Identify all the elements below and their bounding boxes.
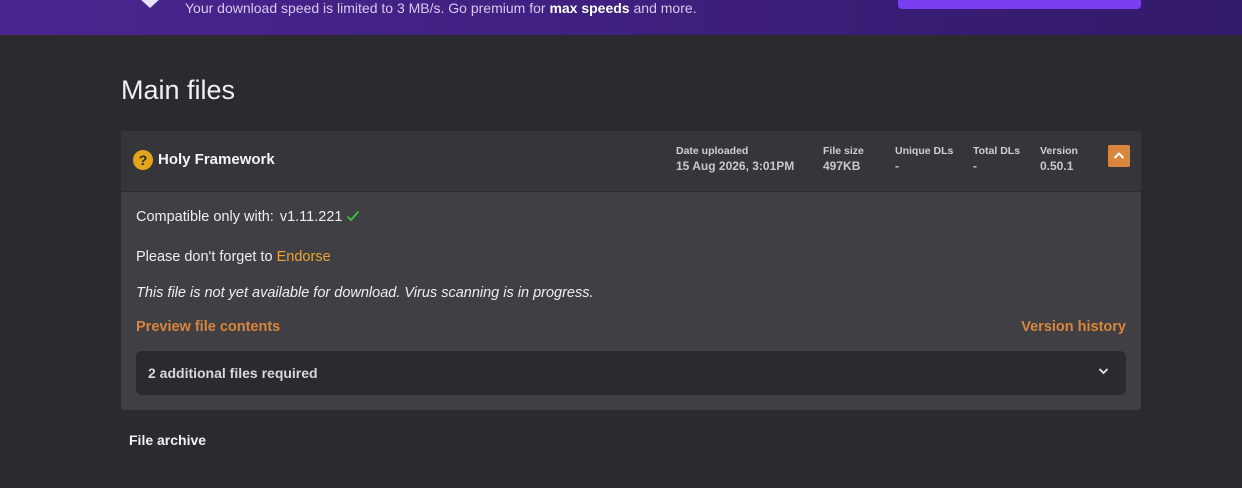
required-files-label: 2 additional files required (148, 365, 318, 381)
premium-diamond-icon (141, 0, 159, 8)
premium-banner: Your download speed is limited to 3 MB/s… (0, 0, 1242, 35)
check-icon (347, 210, 360, 222)
page-title: Main files (121, 75, 236, 105)
stat-value: 497KB (823, 159, 861, 173)
compat-label: Compatible only with: (136, 209, 274, 225)
chevron-down-icon (1098, 368, 1109, 375)
stat-value: - (895, 159, 899, 173)
virus-scan-note: This file is not yet available for downl… (136, 285, 594, 301)
stat-date-uploaded: Date uploaded 15 Aug 2026, 3:01PM (676, 145, 794, 173)
go-premium-button[interactable] (898, 0, 1141, 9)
chevron-up-icon (1113, 152, 1125, 159)
banner-text-end: and more. (629, 0, 697, 16)
stat-label: File size (823, 145, 864, 157)
stat-unique-dls: Unique DLs - (895, 145, 953, 173)
stat-label: Total DLs (973, 145, 1021, 157)
stat-file-size: File size 497KB (823, 145, 864, 173)
stat-label: Version (1040, 145, 1078, 157)
stat-version: Version 0.50.1 (1040, 145, 1078, 173)
endorse-link[interactable]: Endorse (277, 249, 331, 265)
endorse-line: Please don't forget to Endorse (136, 249, 331, 265)
file-archive-heading[interactable]: File archive (129, 432, 206, 448)
banner-text-start: Your download speed is limited to 3 MB/s… (185, 0, 550, 16)
compat-version: v1.11.221 (279, 209, 343, 225)
banner-message: Your download speed is limited to 3 MB/s… (185, 0, 697, 16)
collapse-button[interactable] (1108, 145, 1130, 167)
stat-label: Unique DLs (895, 145, 954, 157)
compatibility-line: Compatible only with: v1.11.221 (136, 209, 360, 225)
stat-value: 15 Aug 2026, 3:01PM (676, 159, 795, 173)
question-icon[interactable]: ? (133, 150, 153, 170)
stat-value: - (973, 159, 977, 173)
version-history-link[interactable]: Version history (1021, 319, 1126, 335)
stat-label: Date uploaded (676, 145, 749, 157)
banner-text-bold: max speeds (549, 0, 630, 16)
stat-total-dls: Total DLs - (973, 145, 1020, 173)
required-files-dropdown[interactable]: 2 additional files required (136, 351, 1126, 395)
file-name: Holy Framework (158, 151, 275, 168)
file-card: ? Holy Framework Date uploaded 15 Aug 20… (121, 131, 1141, 410)
preview-file-contents-link[interactable]: Preview file contents (136, 319, 280, 335)
stat-value: 0.50.1 (1040, 159, 1074, 173)
file-header[interactable]: ? Holy Framework Date uploaded 15 Aug 20… (121, 131, 1141, 192)
endorse-prefix: Please don't forget to (136, 249, 277, 265)
